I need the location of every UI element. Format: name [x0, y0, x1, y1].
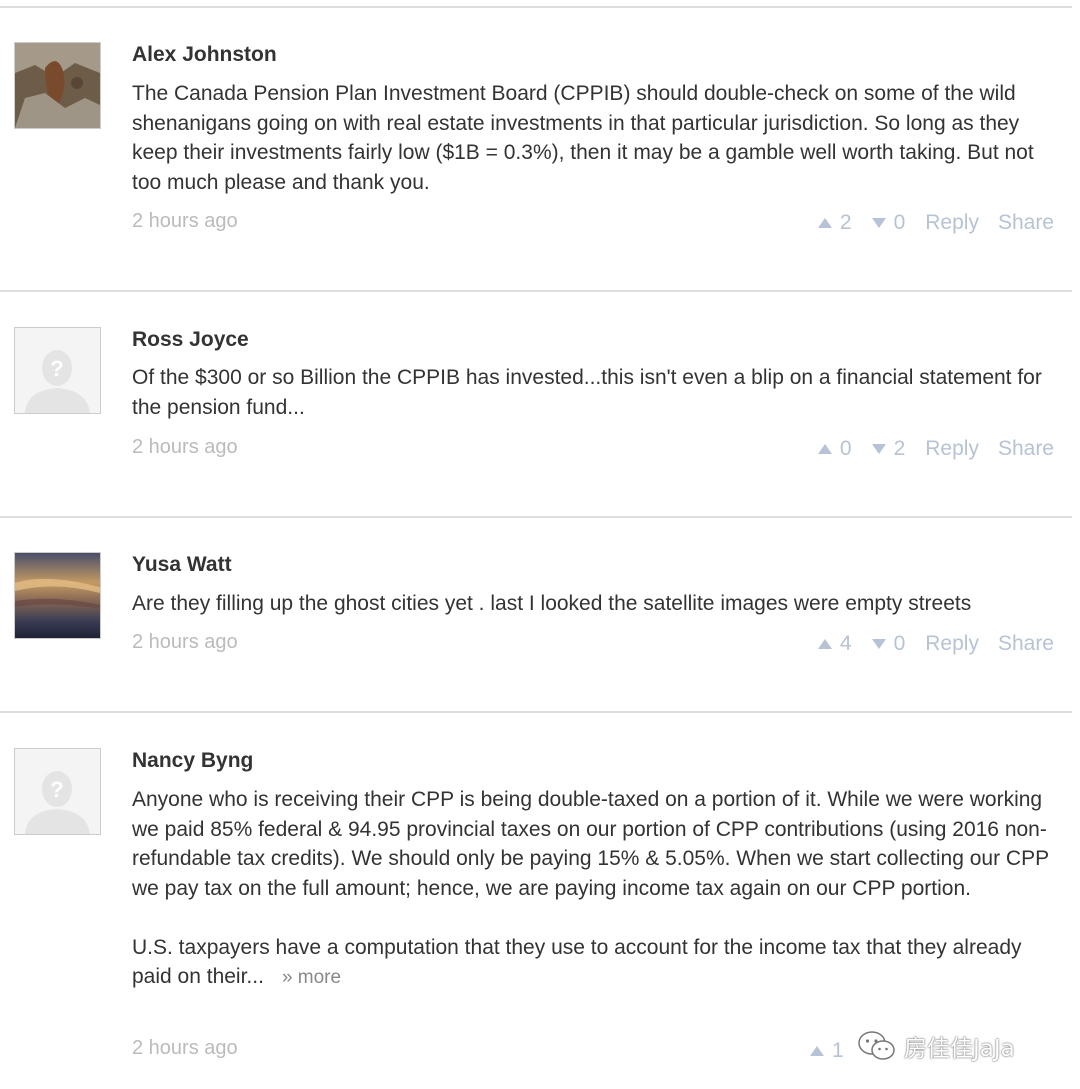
landscape-photo-avatar-icon [15, 43, 100, 128]
page-edge [1072, 0, 1080, 1089]
share-button[interactable]: Share [998, 631, 1054, 657]
avatar[interactable] [14, 42, 101, 129]
upvote-button[interactable]: 0 [817, 436, 852, 462]
comment-author[interactable]: Alex Johnston [132, 42, 277, 68]
up-arrow-icon [817, 218, 832, 228]
default-user-avatar-icon: ? [15, 328, 100, 413]
upvote-button[interactable]: 2 [817, 210, 852, 236]
share-button[interactable]: Share [998, 210, 1054, 236]
comment-paragraph: The Canada Pension Plan Investment Board… [132, 82, 1034, 194]
svg-text:?: ? [50, 777, 63, 802]
down-arrow-icon [871, 639, 886, 649]
avatar[interactable]: ? [14, 748, 101, 835]
sky-photo-avatar-icon [15, 553, 100, 638]
up-arrow-icon [810, 1046, 824, 1056]
svg-text:?: ? [50, 356, 63, 381]
comment-paragraph: Are they filling up the ghost cities yet… [132, 592, 972, 615]
downvote-count: 2 [893, 437, 906, 460]
downvote-button[interactable]: 0 [871, 210, 906, 236]
comment-timestamp[interactable]: 2 hours ago [132, 435, 238, 459]
comment-actions: 0 2 Reply Share [817, 436, 1054, 462]
watermark: 房佳佳JaJa [858, 1024, 1015, 1068]
upvote-count: 1 [832, 1039, 844, 1062]
comment-body: The Canada Pension Plan Investment Board… [132, 79, 1057, 197]
comment-timestamp[interactable]: 2 hours ago [132, 630, 238, 654]
divider [0, 290, 1072, 292]
downvote-button[interactable]: 0 [871, 631, 906, 657]
downvote-button[interactable]: 2 [871, 436, 906, 462]
divider [0, 711, 1072, 713]
reply-button[interactable]: Reply [925, 210, 979, 236]
comment-body: Anyone who is receiving their CPP is bei… [132, 785, 1057, 993]
up-arrow-icon [817, 639, 832, 649]
comment-paragraph-text: U.S. taxpayers have a computation that t… [132, 935, 1022, 989]
reply-button[interactable]: Reply [925, 436, 979, 462]
share-button[interactable]: Share [998, 436, 1054, 462]
upvote-count: 0 [839, 437, 852, 460]
comment-author[interactable]: Ross Joyce [132, 327, 249, 353]
upvote-button[interactable]: 4 [817, 631, 852, 657]
comment-actions: 2 0 Reply Share [817, 210, 1054, 236]
comment-actions: 4 0 Reply Share [817, 631, 1054, 657]
comment-body: Of the $300 or so Billion the CPPIB has … [132, 363, 1057, 422]
downvote-count: 0 [893, 632, 906, 655]
more-link[interactable]: » more [282, 967, 341, 988]
wechat-icon [858, 1031, 895, 1060]
upvote-count: 2 [839, 211, 852, 234]
down-arrow-icon [871, 218, 886, 228]
avatar[interactable]: ? [14, 327, 101, 414]
comment-timestamp[interactable]: 2 hours ago [132, 1036, 238, 1060]
comment-paragraph: U.S. taxpayers have a computation that t… [132, 933, 1057, 993]
comment-author[interactable]: Nancy Byng [132, 748, 253, 774]
avatar[interactable] [14, 552, 101, 639]
comment-paragraph: Of the $300 or so Billion the CPPIB has … [132, 366, 1042, 419]
upvote-button[interactable]: 1 [810, 1038, 844, 1064]
divider [0, 516, 1072, 518]
comment-feed: Alex Johnston The Canada Pension Plan In… [0, 0, 1080, 1089]
comment-author[interactable]: Yusa Watt [132, 552, 232, 578]
comment-timestamp[interactable]: 2 hours ago [132, 209, 238, 233]
down-arrow-icon [871, 444, 886, 454]
comment-body: Are they filling up the ghost cities yet… [132, 589, 1057, 619]
upvote-count: 4 [839, 632, 852, 655]
watermark-text: 房佳佳JaJa [904, 1036, 1015, 1062]
up-arrow-icon [817, 444, 832, 454]
divider [0, 6, 1072, 8]
downvote-count: 0 [893, 211, 906, 234]
default-user-avatar-icon: ? [15, 749, 100, 834]
comment-paragraph: Anyone who is receiving their CPP is bei… [132, 788, 1049, 900]
reply-button[interactable]: Reply [925, 631, 979, 657]
